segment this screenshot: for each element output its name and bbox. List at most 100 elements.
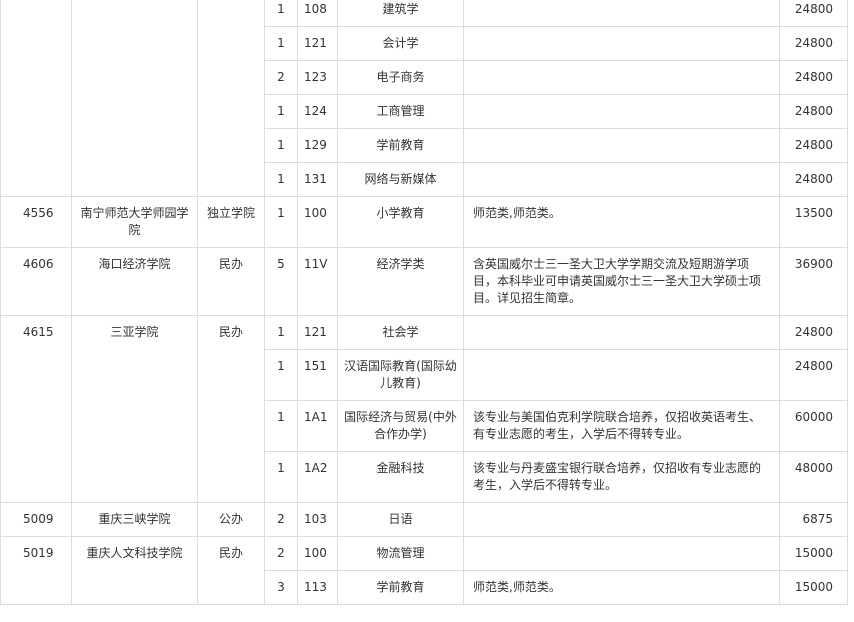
school-code-cell: 5009 xyxy=(0,502,72,537)
note-cell: 该专业与丹麦盛宝银行联合培养，仅招收有专业志愿的考生，入学后不得转专业。 xyxy=(463,451,780,503)
tuition-cell: 6875 xyxy=(779,502,848,537)
table-row: 5009 重庆三峡学院 公办 2 103 日语 6875 xyxy=(0,502,848,537)
note-cell xyxy=(463,315,780,350)
plan-count-cell: 1 xyxy=(264,349,298,401)
major-code-cell: 1A1 xyxy=(297,400,338,452)
plan-count-cell: 3 xyxy=(264,570,298,605)
enrollment-table: 1 108 建筑学 24800 1 121 会计学 24800 2 123 电子… xyxy=(0,0,848,605)
tuition-cell: 60000 xyxy=(779,400,848,452)
major-name-cell: 学前教育 xyxy=(337,570,464,605)
plan-count-cell: 1 xyxy=(264,400,298,452)
table-row: 4606 海口经济学院 民办 5 11V 经济学类 含英国威尔士三一圣大卫大学学… xyxy=(0,247,848,316)
table-row: 5019 重庆人文科技学院 民办 2 100 物流管理 15000 xyxy=(0,536,848,605)
school-name-cell: 三亚学院 xyxy=(71,315,198,503)
note-cell: 该专业与美国伯克利学院联合培养，仅招收英语考生、有专业志愿的考生，入学后不得转专… xyxy=(463,400,780,452)
major-code-cell: 124 xyxy=(297,94,338,129)
major-name-cell: 日语 xyxy=(337,502,464,537)
major-code-cell: 100 xyxy=(297,196,338,248)
major-code-cell: 108 xyxy=(297,0,338,27)
note-cell xyxy=(463,536,780,571)
plan-count-cell: 2 xyxy=(264,536,298,571)
tuition-cell: 15000 xyxy=(779,536,848,571)
major-name-cell: 学前教育 xyxy=(337,128,464,163)
major-name-cell: 经济学类 xyxy=(337,247,464,316)
tuition-cell: 24800 xyxy=(779,128,848,163)
tuition-cell: 24800 xyxy=(779,162,848,197)
note-cell: 含英国威尔士三一圣大卫大学学期交流及短期游学项目，本科毕业可申请英国威尔士三一圣… xyxy=(463,247,780,316)
school-type-cell: 民办 xyxy=(197,536,265,605)
school-name-cell xyxy=(71,0,198,197)
major-name-cell: 汉语国际教育(国际幼儿教育) xyxy=(337,349,464,401)
tuition-cell: 48000 xyxy=(779,451,848,503)
major-name-cell: 金融科技 xyxy=(337,451,464,503)
tuition-cell: 36900 xyxy=(779,247,848,316)
major-name-cell: 工商管理 xyxy=(337,94,464,129)
plan-count-cell: 1 xyxy=(264,94,298,129)
note-cell: 师范类,师范类。 xyxy=(463,196,780,248)
school-code-cell: 4556 xyxy=(0,196,72,248)
school-name-cell: 南宁师范大学师园学院 xyxy=(71,196,198,248)
note-cell xyxy=(463,162,780,197)
major-name-cell: 建筑学 xyxy=(337,0,464,27)
school-code-cell: 5019 xyxy=(0,536,72,605)
table-row: 4556 南宁师范大学师园学院 独立学院 1 100 小学教育 师范类,师范类。… xyxy=(0,196,848,248)
major-code-cell: 121 xyxy=(297,26,338,61)
school-type-cell: 民办 xyxy=(197,247,265,316)
tuition-cell: 15000 xyxy=(779,570,848,605)
major-name-cell: 物流管理 xyxy=(337,536,464,571)
plan-count-cell: 1 xyxy=(264,26,298,61)
major-code-cell: 121 xyxy=(297,315,338,350)
note-cell xyxy=(463,94,780,129)
tuition-cell: 13500 xyxy=(779,196,848,248)
school-code-cell xyxy=(0,0,72,197)
school-type-cell: 民办 xyxy=(197,315,265,503)
note-cell xyxy=(463,0,780,27)
major-code-cell: 131 xyxy=(297,162,338,197)
note-cell xyxy=(463,349,780,401)
school-name-cell: 重庆三峡学院 xyxy=(71,502,198,537)
school-code-cell: 4606 xyxy=(0,247,72,316)
tuition-cell: 24800 xyxy=(779,94,848,129)
major-name-cell: 国际经济与贸易(中外合作办学) xyxy=(337,400,464,452)
table-row: 4615 三亚学院 民办 1 121 社会学 24800 xyxy=(0,315,848,503)
major-code-cell: 1A2 xyxy=(297,451,338,503)
plan-count-cell: 5 xyxy=(264,247,298,316)
school-code-cell: 4615 xyxy=(0,315,72,503)
major-code-cell: 129 xyxy=(297,128,338,163)
tuition-cell: 24800 xyxy=(779,349,848,401)
school-name-cell: 海口经济学院 xyxy=(71,247,198,316)
major-code-cell: 113 xyxy=(297,570,338,605)
major-name-cell: 小学教育 xyxy=(337,196,464,248)
major-code-cell: 103 xyxy=(297,502,338,537)
school-name-cell: 重庆人文科技学院 xyxy=(71,536,198,605)
plan-count-cell: 1 xyxy=(264,451,298,503)
plan-count-cell: 2 xyxy=(264,60,298,95)
major-code-cell: 100 xyxy=(297,536,338,571)
major-code-cell: 123 xyxy=(297,60,338,95)
plan-count-cell: 1 xyxy=(264,315,298,350)
major-name-cell: 网络与新媒体 xyxy=(337,162,464,197)
tuition-cell: 24800 xyxy=(779,0,848,27)
plan-count-cell: 2 xyxy=(264,502,298,537)
note-cell xyxy=(463,128,780,163)
plan-count-cell: 1 xyxy=(264,196,298,248)
note-cell: 师范类,师范类。 xyxy=(463,570,780,605)
school-type-cell: 独立学院 xyxy=(197,196,265,248)
major-name-cell: 会计学 xyxy=(337,26,464,61)
school-type-cell: 公办 xyxy=(197,502,265,537)
major-name-cell: 电子商务 xyxy=(337,60,464,95)
major-name-cell: 社会学 xyxy=(337,315,464,350)
tuition-cell: 24800 xyxy=(779,60,848,95)
plan-count-cell: 1 xyxy=(264,128,298,163)
tuition-cell: 24800 xyxy=(779,26,848,61)
school-type-cell xyxy=(197,0,265,197)
note-cell xyxy=(463,60,780,95)
major-code-cell: 11V xyxy=(297,247,338,316)
note-cell xyxy=(463,502,780,537)
major-code-cell: 151 xyxy=(297,349,338,401)
tuition-cell: 24800 xyxy=(779,315,848,350)
note-cell xyxy=(463,26,780,61)
table-row: 1 108 建筑学 24800 xyxy=(0,0,848,197)
plan-count-cell: 1 xyxy=(264,0,298,27)
plan-count-cell: 1 xyxy=(264,162,298,197)
